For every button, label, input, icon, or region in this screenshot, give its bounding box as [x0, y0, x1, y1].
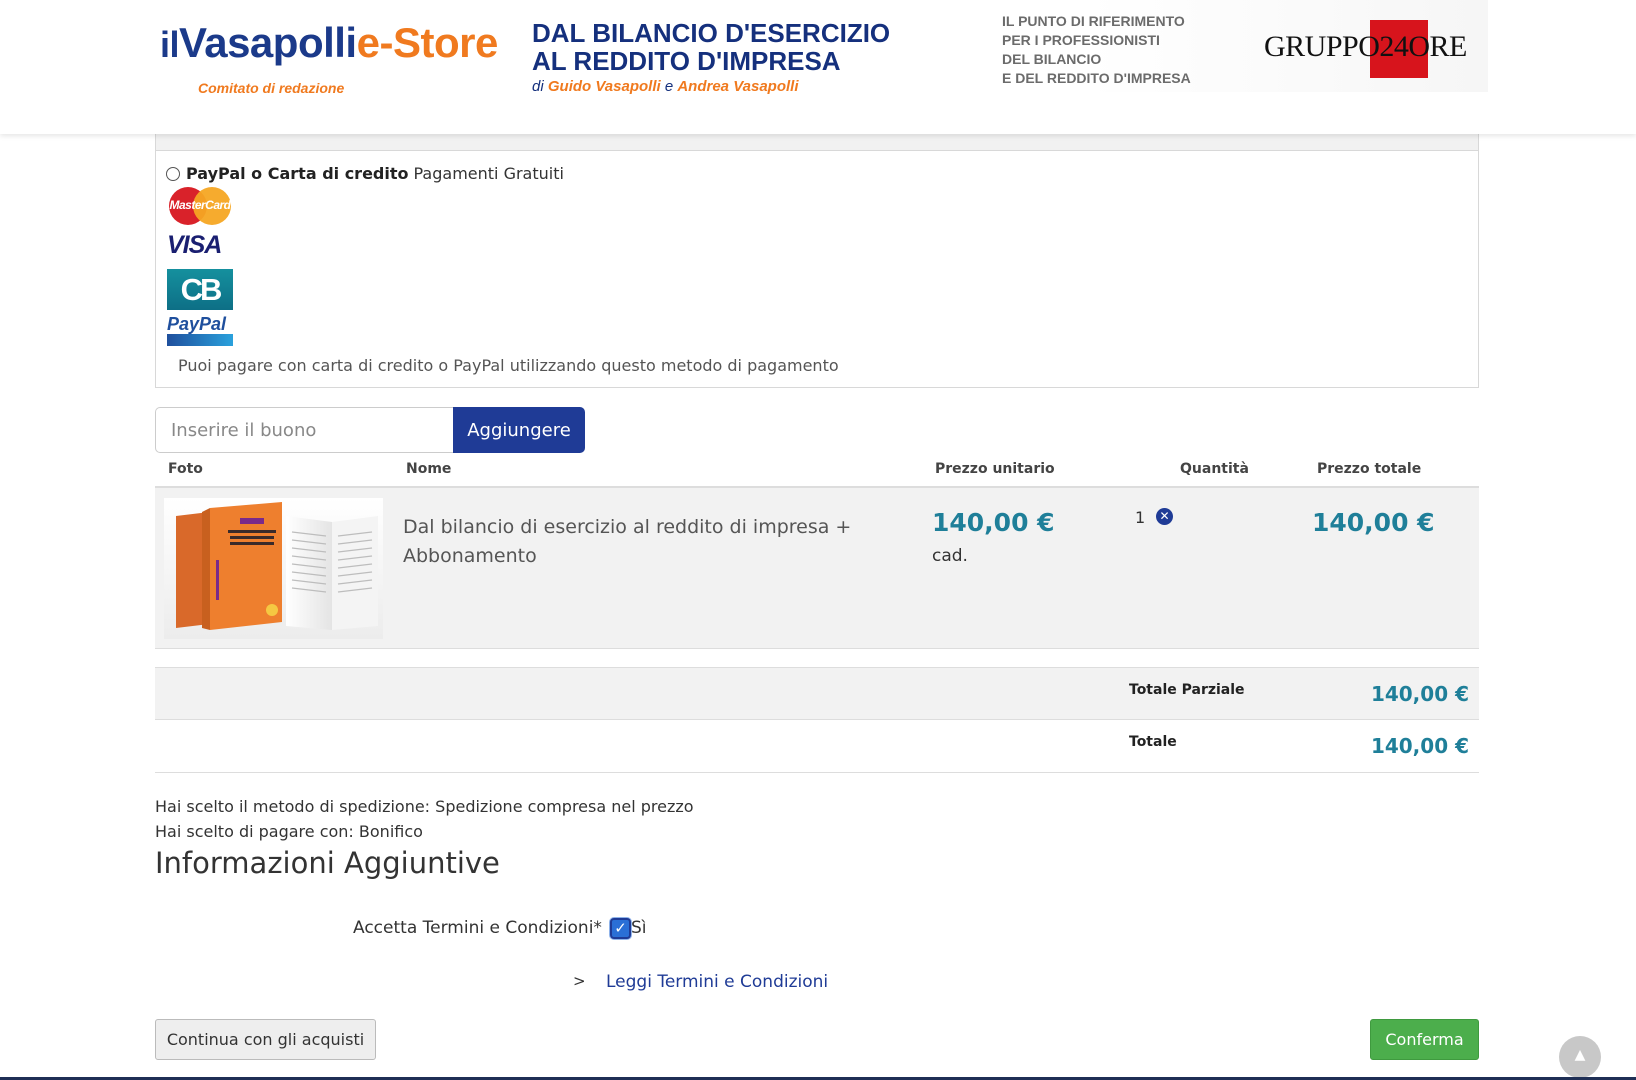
unit-suffix: cad. — [932, 546, 968, 566]
mastercard-icon: MasterCard — [167, 186, 233, 226]
visa-icon: VISA — [167, 231, 222, 259]
cb-card-icon: CB — [167, 269, 233, 310]
authors-di: di — [532, 78, 544, 95]
read-terms-link[interactable]: Leggi Termini e Condizioni — [606, 972, 828, 992]
paypal-icon: PayPal — [167, 314, 233, 346]
column-header-unit-price: Prezzo unitario — [935, 461, 1055, 477]
logo-prefix: il — [160, 24, 180, 65]
unit-price: 140,00 € — [932, 508, 1055, 537]
column-header-name: Nome — [406, 461, 452, 477]
product-image[interactable] — [164, 498, 383, 639]
logo-suffix: e-Store — [356, 19, 499, 66]
headline-line-2: AL REDDITO D'IMPRESA — [532, 46, 841, 76]
store-logo[interactable]: ilVasapollie-Store Comitato di redazione — [160, 19, 499, 97]
column-header-photo: Foto — [168, 461, 203, 477]
payment-radio[interactable] — [166, 166, 180, 181]
terms-checkbox[interactable]: ✓ — [610, 918, 631, 939]
checkout-page: ilVasapollie-Store Comitato di redazione… — [0, 0, 1636, 1080]
additional-info-title: Informazioni Aggiuntive — [155, 846, 500, 880]
headline-line-1: DAL BILANCIO D'ESERCIZIO — [532, 18, 891, 48]
payment-option-note: Pagamenti Gratuiti — [413, 164, 564, 183]
total-label: Totale — [1129, 734, 1177, 750]
publisher-logo-text: GRUPPO24ORE — [1264, 30, 1467, 63]
site-header: ilVasapollie-Store Comitato di redazione… — [0, 0, 1636, 134]
total-value: 140,00 € — [1370, 734, 1469, 758]
banner-authors: di Guido Vasapolli e Andrea Vasapolli — [532, 78, 799, 95]
payment-method-box: PayPal o Carta di credito Pagamenti Grat… — [155, 120, 1479, 388]
chevron-up-icon[interactable]: ▲ — [1559, 1036, 1601, 1078]
mastercard-label: MasterCard — [169, 198, 231, 212]
author-1: Guido Vasapolli — [547, 78, 661, 95]
logo-subtitle: Comitato di redazione — [198, 80, 345, 96]
coupon-input[interactable] — [155, 407, 453, 453]
coupon-form: Aggiungere — [155, 407, 585, 453]
times-circle-icon[interactable]: ✕ — [1156, 508, 1173, 525]
tagline-line: PER I PROFESSIONISTI — [1002, 32, 1160, 48]
author-2: Andrea Vasapolli — [677, 78, 799, 95]
tagline-line: IL PUNTO DI RIFERIMENTO — [1002, 13, 1185, 29]
logo-name: Vasapolli — [179, 19, 357, 66]
subtotal-row: Totale Parziale 140,00 € — [155, 667, 1479, 720]
tagline-line: E DEL REDDITO D'IMPRESA — [1002, 70, 1191, 86]
add-coupon-button[interactable]: Aggiungere — [453, 407, 585, 453]
tagline-line: DEL BILANCIO — [1002, 51, 1102, 67]
cb-label: CB — [180, 272, 223, 307]
chevron-right-icon: > — [573, 972, 586, 990]
paypal-label: PayPal — [167, 314, 227, 334]
payment-description: Puoi pagare con carta di credito o PayPa… — [178, 356, 839, 375]
table-row: Dal bilancio di esercizio al reddito di … — [155, 486, 1479, 649]
product-name[interactable]: Dal bilancio di esercizio al reddito di … — [403, 513, 863, 571]
terms-label: Accetta Termini e Condizioni* — [353, 918, 602, 938]
column-header-quantity: Quantità — [1180, 461, 1249, 477]
total-row: Totale 140,00 € — [155, 720, 1479, 773]
banner-tagline: IL PUNTO DI RIFERIMENTO PER I PROFESSION… — [1002, 12, 1191, 88]
terms-yes-label[interactable]: Sì — [631, 918, 647, 938]
payment-option-paypal[interactable]: PayPal o Carta di credito Pagamenti Grat… — [166, 164, 564, 183]
shipping-method-summary: Hai scelto il metodo di spedizione: Sped… — [155, 797, 694, 816]
payment-method-summary: Hai scelto di pagare con: Bonifico — [155, 822, 423, 841]
quantity-value: 1 — [1135, 508, 1146, 527]
subtotal-value: 140,00 € — [1370, 682, 1469, 706]
banner-headline: DAL BILANCIO D'ESERCIZIO AL REDDITO D'IM… — [532, 19, 890, 75]
payment-option-title: PayPal o Carta di credito — [186, 164, 409, 183]
confirm-button[interactable]: Conferma — [1370, 1019, 1479, 1060]
total-price: 140,00 € — [1312, 508, 1435, 537]
authors-e: e — [664, 78, 674, 95]
continue-shopping-button[interactable]: Continua con gli acquisti — [155, 1019, 376, 1060]
publisher-logo: GRUPPO24ORE — [1264, 20, 1474, 80]
subtotal-label: Totale Parziale — [1129, 682, 1245, 698]
column-header-total-price: Prezzo totale — [1317, 461, 1422, 477]
